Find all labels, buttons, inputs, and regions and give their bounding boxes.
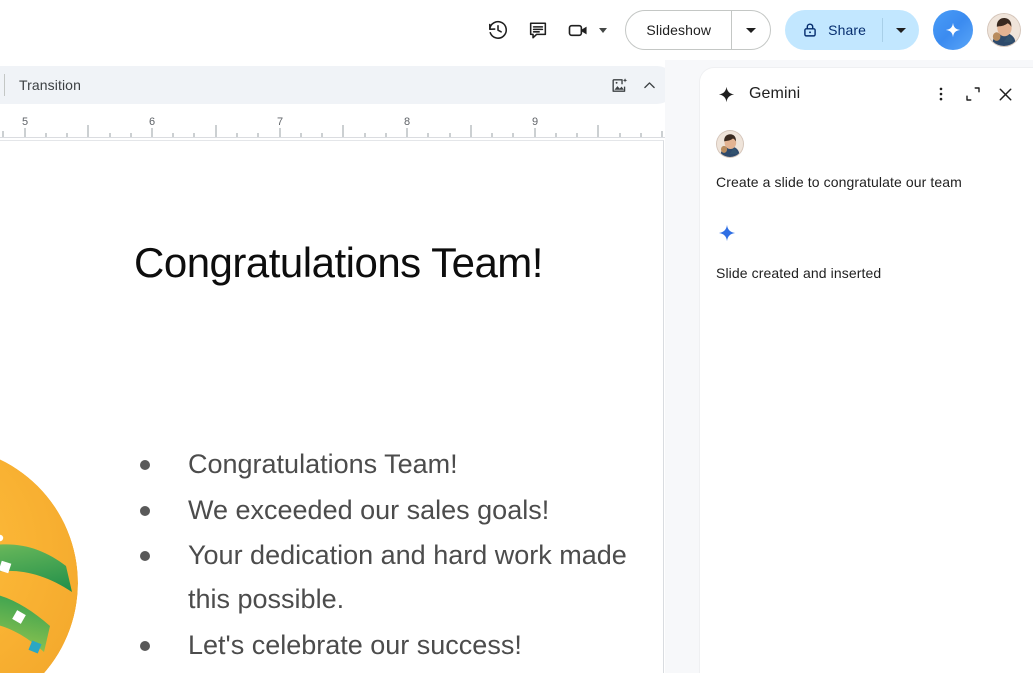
- close-x-icon: [999, 88, 1011, 100]
- gemini-side-panel: Gemini Create a slide to congratulate ou…: [700, 68, 1033, 673]
- confetti-artwork: [0, 446, 78, 673]
- slide-canvas-area[interactable]: Congratulations Team! Congratulations Te…: [0, 140, 664, 673]
- gemini-sparkle-icon: [718, 225, 736, 242]
- transition-label: Transition: [19, 77, 81, 93]
- user-avatar[interactable]: [716, 130, 744, 158]
- video-camera-icon: [568, 24, 587, 36]
- share-button-group[interactable]: Share: [785, 10, 919, 50]
- gemini-expand-button[interactable]: [957, 78, 989, 110]
- slideshow-button-group[interactable]: Slideshow: [625, 10, 772, 50]
- meet-chevron-down-icon[interactable]: [599, 27, 608, 33]
- list-item[interactable]: We exceeded our sales goals!: [130, 489, 650, 533]
- confetti-celebration-circle-image[interactable]: [0, 446, 78, 673]
- slide-title[interactable]: Congratulations Team!: [134, 239, 634, 286]
- gemini-user-message: Create a slide to congratulate our team: [716, 130, 1017, 192]
- gemini-more-options-button[interactable]: [925, 78, 957, 110]
- gemini-sparkle-icon: [718, 86, 735, 102]
- gemini-assistant-message: Slide created and inserted: [716, 222, 1017, 283]
- gemini-close-button[interactable]: [989, 78, 1021, 110]
- history-clock-icon: [489, 20, 508, 39]
- chevron-down-icon: [896, 27, 906, 33]
- top-toolbar: Slideshow Share: [0, 0, 1033, 60]
- join-meet-button[interactable]: [558, 10, 598, 50]
- transition-image-button[interactable]: [604, 70, 634, 100]
- gemini-assistant-message-text: Slide created and inserted: [716, 265, 882, 282]
- list-item[interactable]: Your dedication and hard work made this …: [130, 534, 650, 621]
- transition-collapse-button[interactable]: [634, 70, 664, 100]
- avatar-photo: [717, 131, 743, 157]
- slide-body-list[interactable]: Congratulations Team! We exceeded our sa…: [130, 443, 650, 670]
- chevron-down-icon: [746, 27, 757, 33]
- lock-icon: [804, 23, 816, 37]
- ruler-tick-label: 6: [149, 116, 155, 128]
- transition-bar[interactable]: Transition: [0, 66, 676, 104]
- account-avatar[interactable]: [987, 13, 1021, 47]
- transition-leading-divider: [4, 74, 5, 96]
- gemini-conversation: Create a slide to congratulate our team …: [700, 130, 1033, 284]
- avatar-photo: [988, 14, 1020, 46]
- version-history-button[interactable]: [478, 10, 518, 50]
- gemini-title-group: Gemini: [716, 84, 925, 105]
- list-item[interactable]: Congratulations Team!: [130, 443, 650, 487]
- slides-app-window: Slideshow Share Transition 5 6 7 8 9 Con…: [0, 0, 1033, 673]
- gemini-user-message-text: Create a slide to congratulate our team: [716, 174, 962, 190]
- slideshow-options-button[interactable]: [732, 11, 770, 49]
- chevron-up-icon: [643, 81, 655, 88]
- kebab-menu-icon: [939, 87, 943, 101]
- list-item[interactable]: Let's celebrate our success!: [130, 624, 650, 668]
- share-label: Share: [828, 22, 866, 38]
- share-button[interactable]: Share: [785, 10, 882, 50]
- expand-panel-icon: [966, 87, 980, 101]
- ruler-tick-label: 8: [404, 116, 410, 128]
- gemini-sparkle-icon: [945, 22, 961, 38]
- ruler-tick-label: 7: [277, 116, 283, 128]
- slide[interactable]: Congratulations Team! Congratulations Te…: [0, 141, 663, 673]
- ruler-graphic: 5 6 7 8 9: [0, 116, 665, 138]
- ruler-tick-label: 5: [22, 116, 28, 128]
- gemini-panel-header: Gemini: [700, 68, 1033, 120]
- image-sparkle-icon: [611, 77, 627, 92]
- gemini-button[interactable]: [933, 10, 973, 50]
- horizontal-ruler[interactable]: 5 6 7 8 9: [0, 112, 665, 138]
- share-options-button[interactable]: [883, 10, 919, 50]
- comment-bubble-icon: [530, 22, 547, 39]
- ruler-tick-label: 9: [532, 116, 538, 128]
- meet-button-group[interactable]: [558, 10, 617, 50]
- comments-button[interactable]: [518, 10, 558, 50]
- gemini-panel-title: Gemini: [749, 85, 801, 102]
- slideshow-button[interactable]: Slideshow: [626, 11, 731, 49]
